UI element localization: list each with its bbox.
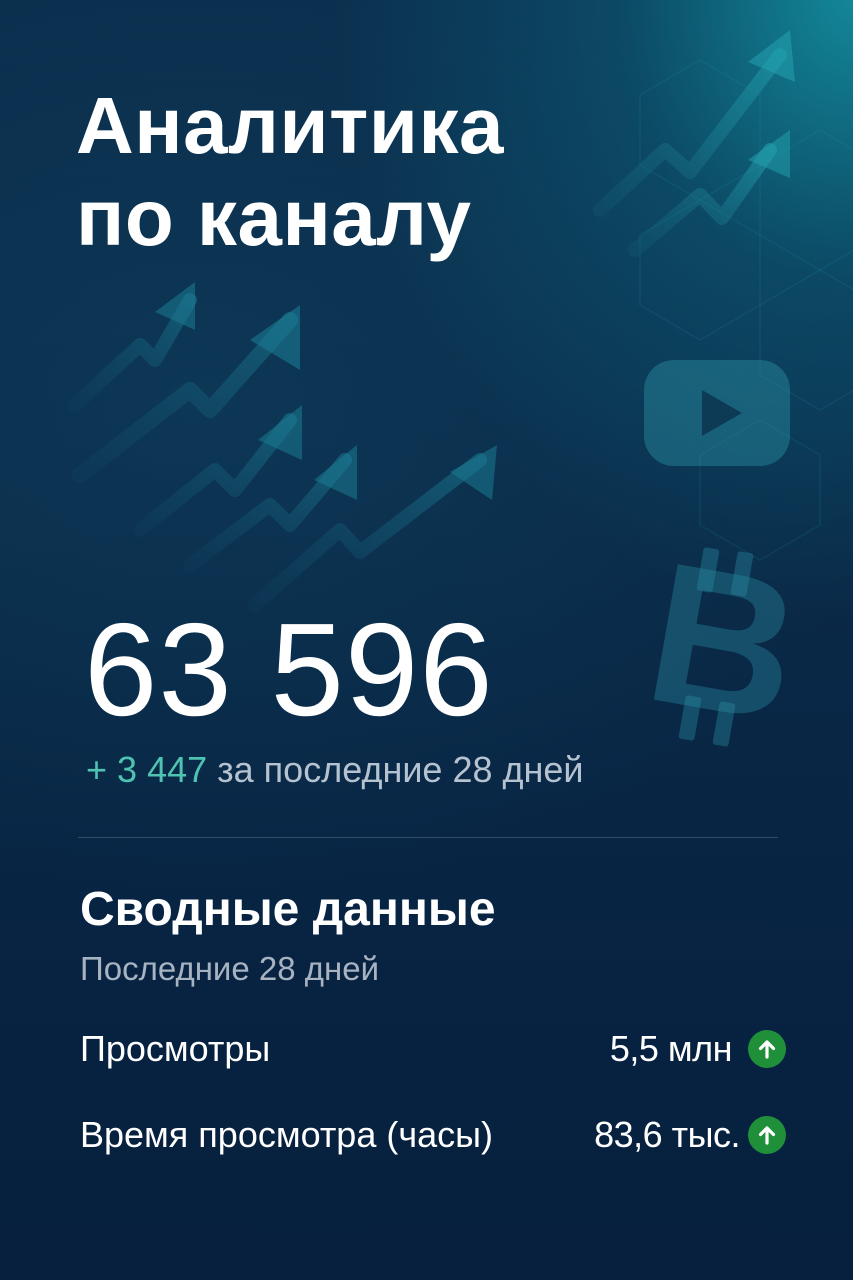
divider bbox=[78, 837, 778, 838]
stat-label-views: Просмотры bbox=[80, 1028, 271, 1069]
arrow-up-icon bbox=[748, 1030, 786, 1068]
stat-row-watch-time: Время просмотра (часы) 83,6 тыс. bbox=[80, 1110, 786, 1160]
youtube-play-icon bbox=[644, 360, 790, 466]
stat-value-group-watch-time: 83,6 тыс. bbox=[594, 1110, 786, 1160]
summary-subtitle: Последние 28 дней bbox=[80, 950, 380, 987]
svg-text:B: B bbox=[633, 520, 814, 765]
page-title-line-2: по каналу bbox=[76, 173, 472, 262]
summary-title: Сводные данные bbox=[80, 883, 496, 936]
stat-label-watch-time: Время просмотра (часы) bbox=[80, 1114, 493, 1155]
subscriber-count: 63 596 bbox=[84, 596, 494, 743]
stat-value-views: 5,5 млн bbox=[609, 1028, 733, 1069]
hex-grid bbox=[639, 59, 853, 561]
page-title: Аналитика по каналу bbox=[76, 80, 504, 264]
stat-row-views: Просмотры 5,5 млн bbox=[80, 1024, 786, 1074]
trend-arrows-top-right bbox=[593, 30, 795, 257]
bitcoin-icon: B bbox=[633, 520, 814, 765]
subscriber-delta: + 3 447 за последние 28 дней bbox=[86, 748, 584, 792]
stat-value-watch-time: 83,6 тыс. bbox=[594, 1114, 740, 1155]
stat-value-group-views: 5,5 млн bbox=[610, 1024, 786, 1074]
page-title-line-1: Аналитика bbox=[76, 81, 504, 170]
arrow-up-icon bbox=[748, 1116, 786, 1154]
delta-period: за последние 28 дней bbox=[217, 749, 584, 790]
trend-arrows-left bbox=[68, 282, 497, 612]
delta-sign: + bbox=[86, 749, 108, 790]
delta-value: 3 447 bbox=[117, 749, 208, 790]
